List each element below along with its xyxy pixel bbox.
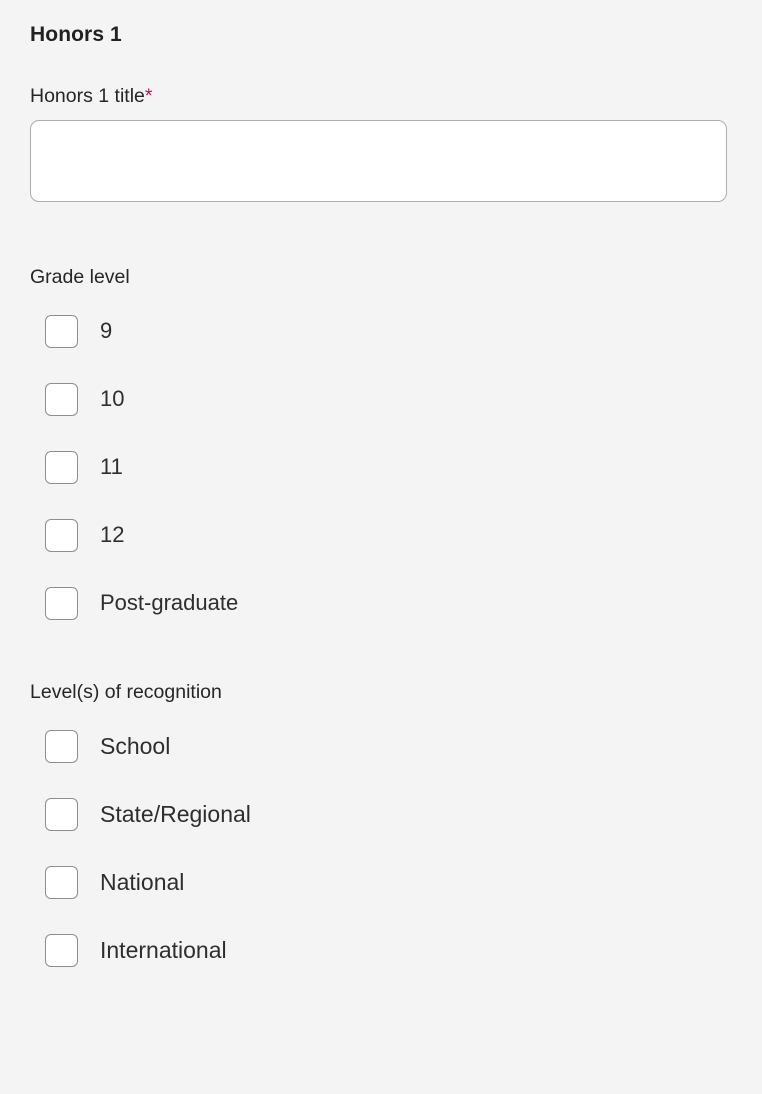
honors-title-label-text: Honors 1 title — [30, 85, 145, 107]
checkbox-row-grade-10[interactable]: 10 — [30, 379, 124, 419]
honors-title-label: Honors 1 title* — [30, 83, 732, 109]
checkbox-label-grade-12: 12 — [100, 522, 125, 547]
checkbox-icon-recognition-school[interactable] — [45, 729, 78, 763]
checkbox-icon-recognition-national[interactable] — [45, 865, 78, 899]
recognition-level-label: Level(s) of recognition — [30, 681, 222, 703]
checkbox-icon-grade-9[interactable] — [45, 314, 78, 348]
checkbox-label-recognition-national: National — [100, 869, 185, 895]
checkbox-row-recognition-national[interactable]: National — [30, 862, 184, 902]
page-title: Honors 1 — [30, 23, 122, 46]
checkbox-label-grade-9: 9 — [100, 318, 113, 343]
checkbox-icon-grade-12[interactable] — [45, 518, 78, 552]
recognition-level-group: Level(s) of recognition School State/Reg… — [30, 679, 732, 970]
checkbox-icon-grade-post-graduate[interactable] — [45, 586, 78, 620]
checkbox-icon-recognition-international[interactable] — [45, 933, 78, 967]
checkbox-row-recognition-state-regional[interactable]: State/Regional — [30, 794, 251, 834]
checkbox-row-grade-post-graduate[interactable]: Post-graduate — [30, 583, 238, 623]
checkbox-icon-grade-11[interactable] — [45, 450, 78, 484]
checkbox-row-grade-12[interactable]: 12 — [30, 515, 124, 555]
checkbox-label-grade-post-graduate: Post-graduate — [100, 590, 239, 615]
grade-level-label: Grade level — [30, 266, 130, 288]
checkbox-row-recognition-school[interactable]: School — [30, 726, 170, 766]
honors-title-input[interactable] — [30, 120, 727, 202]
required-asterisk: * — [144, 85, 153, 107]
checkbox-row-grade-9[interactable]: 9 — [30, 311, 112, 351]
honors-form: Honors 1 Honors 1 title* Grade level 9 1… — [0, 0, 762, 970]
grade-level-group: Grade level 9 10 11 12 Post-graduate — [30, 264, 732, 623]
checkbox-label-grade-11: 11 — [100, 454, 123, 479]
checkbox-label-grade-10: 10 — [100, 386, 125, 411]
checkbox-label-recognition-state-regional: State/Regional — [100, 801, 251, 827]
checkbox-label-recognition-school: School — [100, 733, 171, 759]
checkbox-icon-grade-10[interactable] — [45, 382, 78, 416]
checkbox-row-recognition-international[interactable]: International — [30, 930, 227, 970]
checkbox-row-grade-11[interactable]: 11 — [30, 447, 123, 487]
checkbox-label-recognition-international: International — [100, 937, 227, 963]
checkbox-icon-recognition-state-regional[interactable] — [45, 797, 78, 831]
honors-title-field-block: Honors 1 title* — [30, 83, 732, 202]
